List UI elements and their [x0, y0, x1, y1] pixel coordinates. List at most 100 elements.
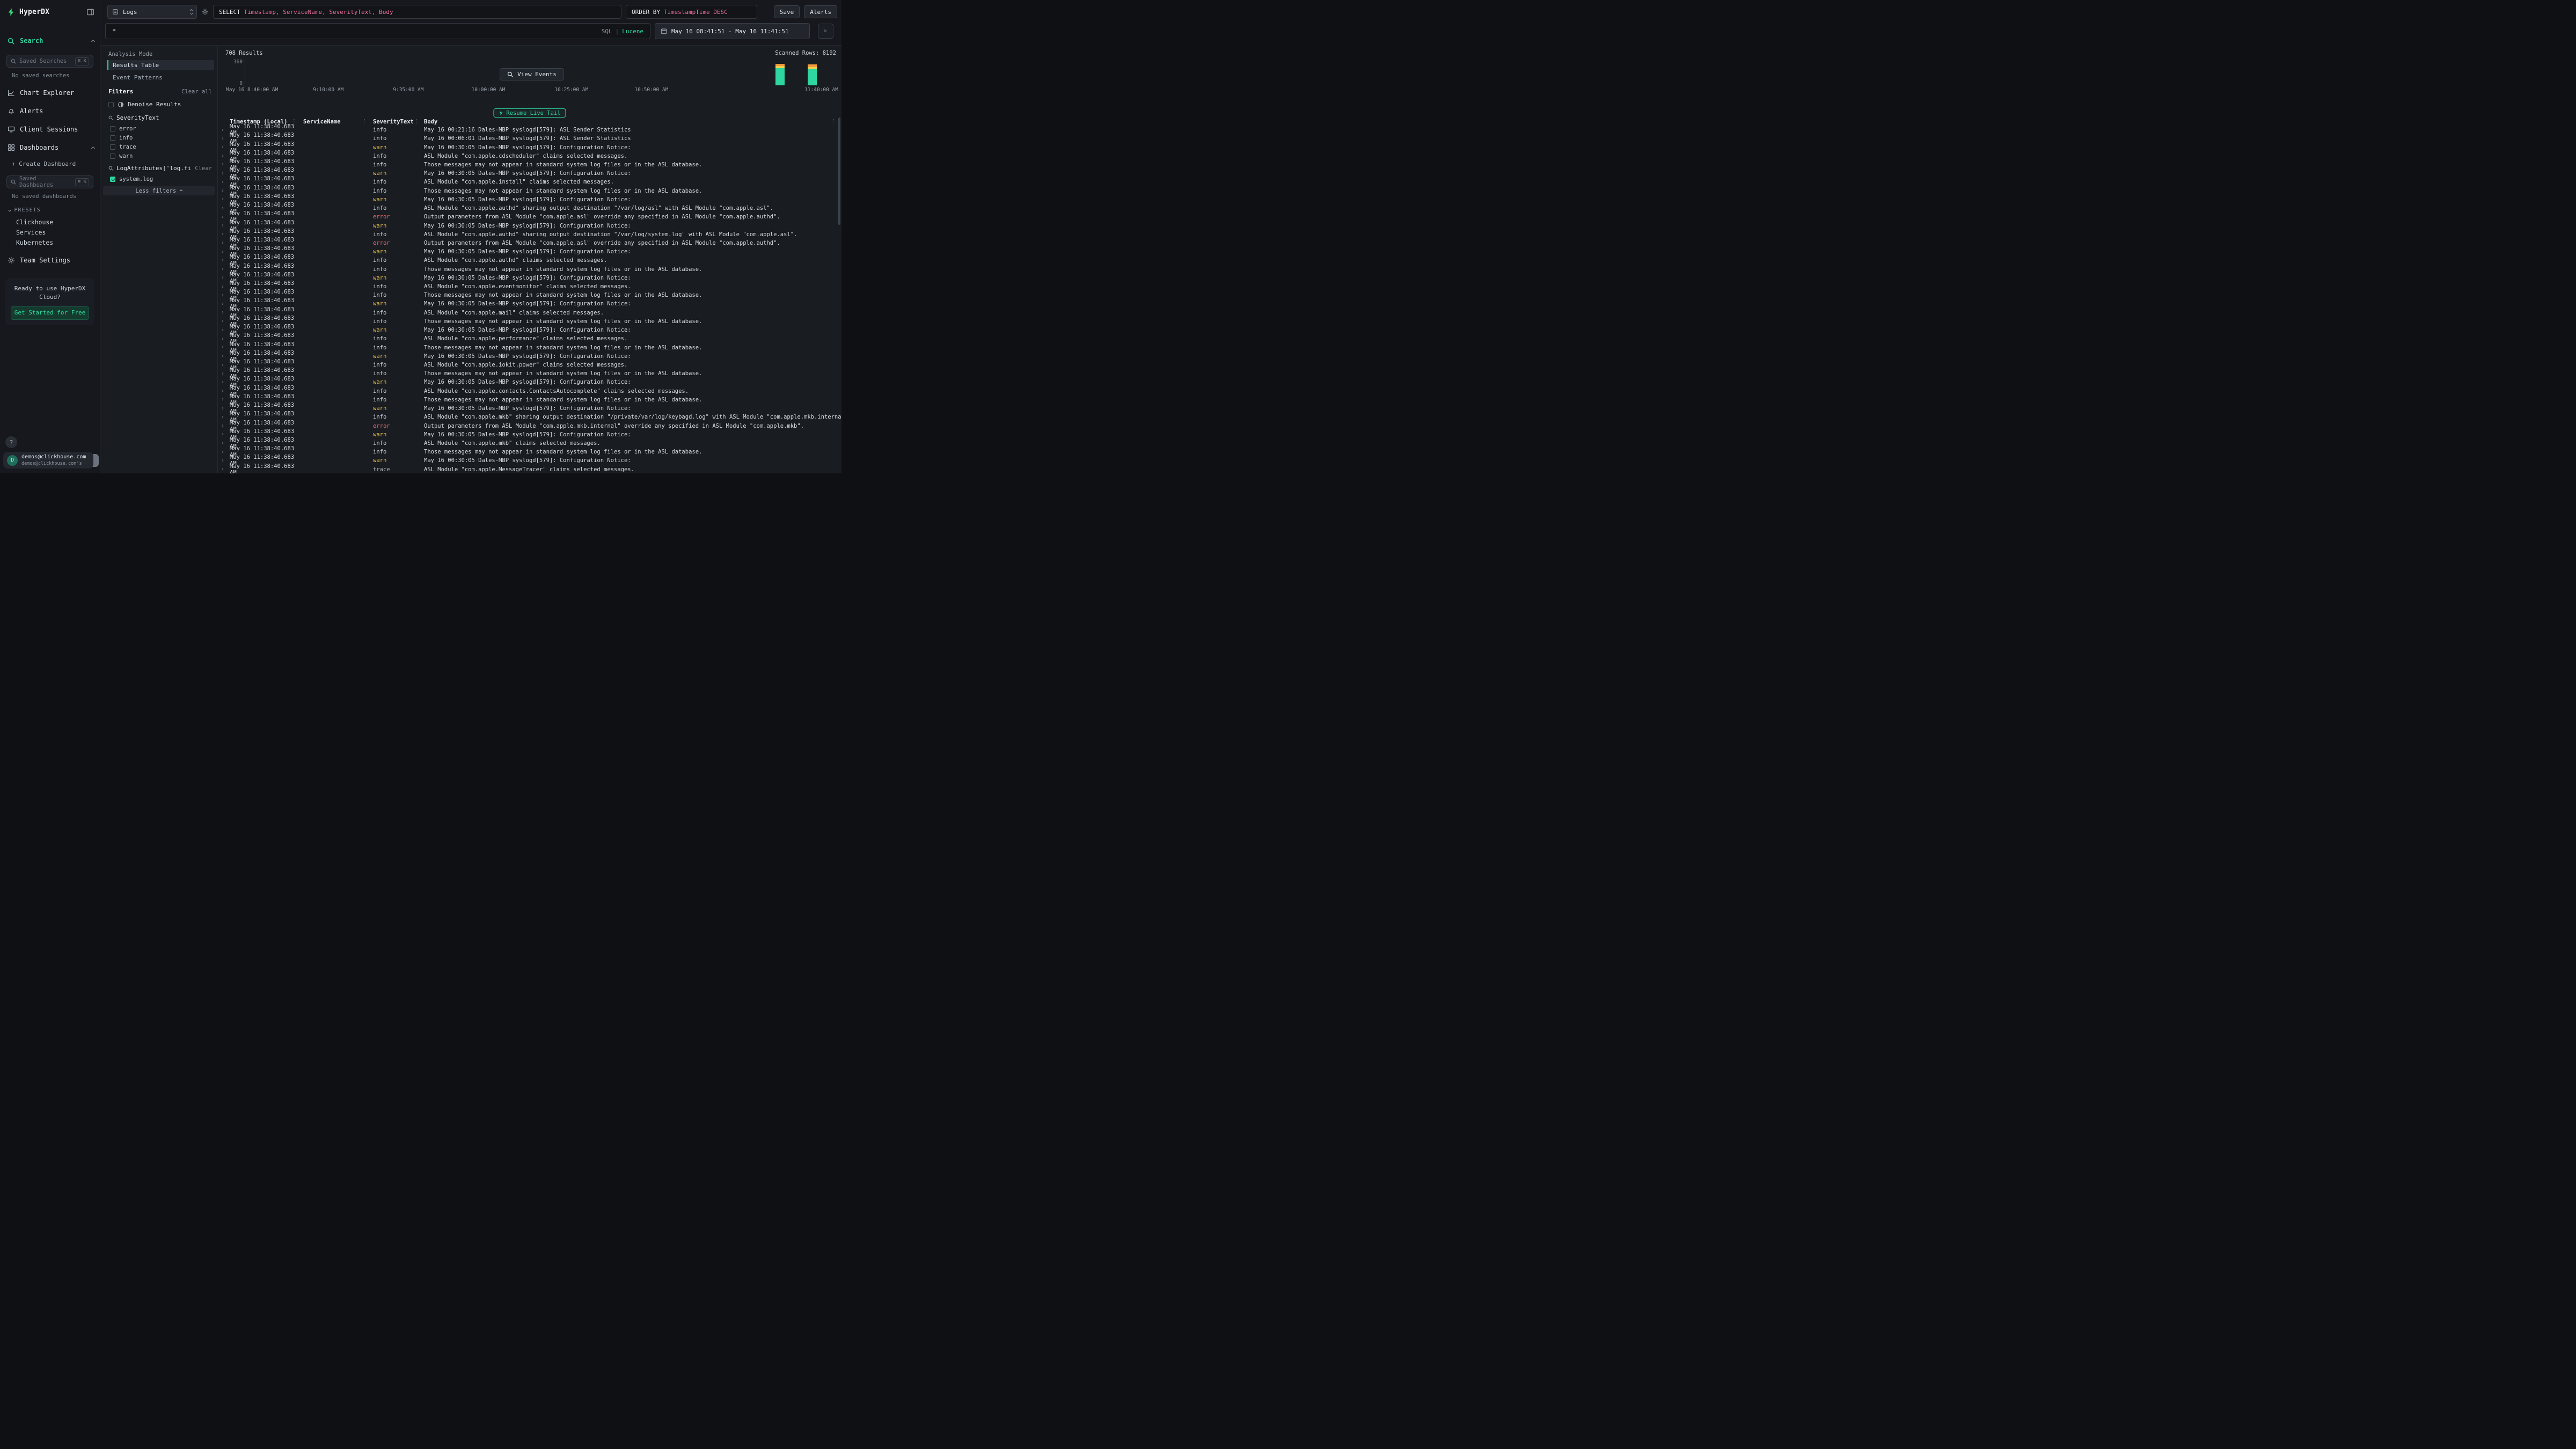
row-expand-icon[interactable]: › — [218, 171, 229, 177]
facet-clear-button[interactable]: Clear — [195, 165, 212, 172]
row-expand-icon[interactable]: › — [218, 240, 229, 246]
log-row[interactable]: ›May 16 11:38:40.683 AMinfoASL Module "c… — [218, 387, 841, 396]
log-row[interactable]: ›May 16 11:38:40.683 AMinfoThose message… — [218, 448, 841, 456]
log-row[interactable]: ›May 16 11:38:40.683 AMinfoThose message… — [218, 265, 841, 274]
less-filters-button[interactable]: Less filters — [103, 186, 215, 195]
row-expand-icon[interactable]: › — [218, 379, 229, 385]
row-expand-icon[interactable]: › — [218, 301, 229, 307]
row-expand-icon[interactable]: › — [218, 371, 229, 377]
row-expand-icon[interactable]: › — [218, 440, 229, 446]
row-expand-icon[interactable]: › — [218, 388, 229, 394]
log-row[interactable]: ›May 16 11:38:40.683 AMwarnMay 16 00:30:… — [218, 195, 841, 204]
log-row[interactable]: ›May 16 11:38:40.683 AMerrorOutput param… — [218, 421, 841, 430]
row-expand-icon[interactable]: › — [218, 318, 229, 324]
row-expand-icon[interactable]: › — [218, 223, 229, 229]
row-expand-icon[interactable]: › — [218, 127, 229, 133]
log-row[interactable]: ›May 16 11:38:40.683 AMwarnMay 16 00:30:… — [218, 456, 841, 465]
log-row[interactable]: ›May 16 11:38:40.683 AMinfoASL Module "c… — [218, 334, 841, 343]
log-row[interactable]: ›May 16 11:38:40.683 AMinfoASL Module "c… — [218, 439, 841, 448]
order-by-input[interactable]: ORDER BY TimestampTime DESC — [626, 5, 757, 19]
checkbox-warn[interactable] — [110, 153, 115, 159]
resume-live-tail-button[interactable]: Resume Live Tail — [493, 108, 566, 118]
col-body[interactable]: Body — [424, 119, 437, 125]
filter-option-warn[interactable]: warn — [110, 151, 214, 160]
row-expand-icon[interactable]: › — [218, 458, 229, 464]
log-row[interactable]: ›May 16 11:38:40.683 AMwarnMay 16 00:30:… — [218, 274, 841, 282]
row-expand-icon[interactable]: › — [218, 206, 229, 211]
checkbox-trace[interactable] — [110, 144, 115, 150]
row-expand-icon[interactable]: › — [218, 310, 229, 316]
column-menu-icon[interactable]: ⋮ — [362, 119, 367, 125]
col-servicename[interactable]: ServiceName — [303, 119, 341, 125]
saved-dashboards-input[interactable]: Saved Dashboards ⌘ K — [6, 175, 93, 188]
sidebar-collapse-icon[interactable] — [86, 8, 94, 16]
row-expand-icon[interactable]: › — [218, 353, 229, 359]
log-row[interactable]: ›May 16 11:38:40.683 AMwarnMay 16 00:30:… — [218, 430, 841, 439]
presets-section-toggle[interactable]: PRESETS — [9, 207, 41, 213]
checkbox-error[interactable] — [110, 126, 115, 131]
log-row[interactable]: ›May 16 11:38:40.683 AMwarnMay 16 00:30:… — [218, 143, 841, 151]
row-expand-icon[interactable]: › — [218, 144, 229, 150]
log-row[interactable]: ›May 16 11:38:40.683 AMwarnMay 16 00:30:… — [218, 404, 841, 413]
log-row[interactable]: ›May 16 11:38:40.683 AMerrorOutput param… — [218, 213, 841, 221]
row-expand-icon[interactable]: › — [218, 284, 229, 290]
facet-log-file-name[interactable]: LogAttributes['log.file.nam Clear — [108, 165, 212, 172]
row-expand-icon[interactable]: › — [218, 292, 229, 298]
log-row[interactable]: ›May 16 11:38:40.683 AMinfoThose message… — [218, 317, 841, 326]
log-row[interactable]: ›May 16 11:38:40.683 AMinfoASL Module "c… — [218, 230, 841, 239]
log-row[interactable]: ›May 16 11:38:40.683 AMinfoThose message… — [218, 291, 841, 299]
date-range-picker[interactable]: May 16 08:41:51 - May 16 11:41:51 — [655, 23, 810, 39]
get-started-button[interactable]: Get Started for Free — [11, 306, 89, 320]
filter-option-system.log[interactable]: system.log — [110, 174, 214, 184]
column-menu-icon[interactable]: ⋮ — [414, 119, 419, 125]
search-query-input[interactable]: * SQL | Lucene — [105, 23, 650, 39]
log-row[interactable]: ›May 16 11:38:40.683 AMwarnMay 16 00:30:… — [218, 378, 841, 386]
row-expand-icon[interactable]: › — [218, 414, 229, 420]
log-row[interactable]: ›May 16 11:38:40.683 AMwarnMay 16 00:30:… — [218, 169, 841, 178]
log-row[interactable]: ›May 16 11:38:40.683 AMwarnMay 16 00:30:… — [218, 352, 841, 361]
row-expand-icon[interactable]: › — [218, 196, 229, 202]
help-button[interactable]: ? — [5, 436, 17, 448]
sidebar-item-alerts[interactable]: Alerts — [7, 105, 94, 118]
row-expand-icon[interactable]: › — [218, 214, 229, 220]
histogram-bar-1[interactable] — [808, 64, 817, 85]
language-toggle-lucene[interactable]: Lucene — [622, 28, 643, 35]
log-row[interactable]: ›May 16 11:38:40.683 AMwarnMay 16 00:30:… — [218, 326, 841, 334]
row-expand-icon[interactable]: › — [218, 397, 229, 402]
row-expand-icon[interactable]: › — [218, 336, 229, 342]
filter-option-trace[interactable]: trace — [110, 142, 214, 151]
log-row[interactable]: ›May 16 11:38:40.683 AMinfoThose message… — [218, 160, 841, 169]
row-expand-icon[interactable]: › — [218, 362, 229, 368]
row-expand-icon[interactable]: › — [218, 449, 229, 455]
user-menu[interactable]: D demos@clickhouse.com demos@clickhouse.… — [3, 452, 93, 469]
log-row[interactable]: ›May 16 11:38:40.683 AMinfoASL Module "c… — [218, 204, 841, 213]
create-dashboard-button[interactable]: + Create Dashboard — [12, 160, 76, 167]
log-row[interactable]: ›May 16 11:38:40.683 AMinfoASL Module "c… — [218, 413, 841, 421]
log-row[interactable]: ›May 16 11:38:40.683 AMtraceASL Module "… — [218, 465, 841, 473]
view-events-button[interactable]: View Events — [500, 68, 564, 80]
row-expand-icon[interactable]: › — [218, 188, 229, 194]
row-expand-icon[interactable]: › — [218, 266, 229, 272]
sidebar-item-search[interactable]: Search — [7, 34, 94, 47]
row-expand-icon[interactable]: › — [218, 258, 229, 264]
analysis-mode-results-table[interactable]: Results Table — [107, 60, 214, 70]
col-severitytext[interactable]: SeverityText — [373, 119, 414, 125]
log-row[interactable]: ›May 16 11:38:40.683 AMinfoASL Module "c… — [218, 309, 841, 317]
chevron-up-icon[interactable] — [92, 144, 94, 151]
facet-severitytext[interactable]: SeverityText — [108, 114, 212, 121]
row-expand-icon[interactable]: › — [218, 431, 229, 437]
filter-option-error[interactable]: error — [110, 124, 214, 133]
sidebar-item-dashboards[interactable]: Dashboards — [7, 141, 94, 154]
log-row[interactable]: ›May 16 11:38:40.683 AMinfoASL Module "c… — [218, 282, 841, 291]
saved-searches-input[interactable]: Saved Searches ⌘ K — [6, 55, 93, 68]
log-row[interactable]: ›May 16 11:38:40.683 AMinfoThose message… — [218, 396, 841, 404]
checkbox-info[interactable] — [110, 135, 115, 141]
analysis-mode-event-patterns[interactable]: Event Patterns — [107, 72, 214, 82]
row-expand-icon[interactable]: › — [218, 231, 229, 237]
live-tail-play-button[interactable]: ▷ — [818, 24, 833, 39]
source-settings-gear-icon[interactable] — [198, 5, 212, 19]
log-row[interactable]: ›May 16 11:38:40.683 AMinfoThose message… — [218, 187, 841, 195]
sidebar-item-client-sessions[interactable]: Client Sessions — [7, 123, 94, 136]
denoise-results-toggle[interactable]: Denoise Results — [108, 101, 181, 108]
log-row[interactable]: ›May 16 11:38:40.683 AMinfoThose message… — [218, 369, 841, 378]
